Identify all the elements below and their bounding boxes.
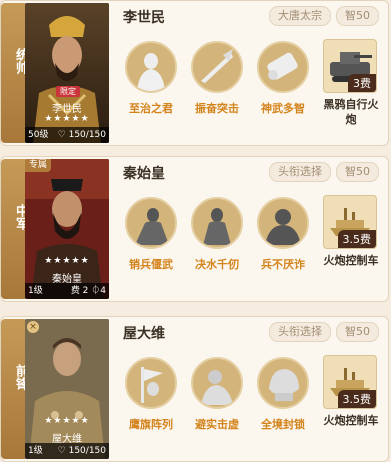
stat-tag: 智50 (336, 162, 379, 182)
equipment-label: 火炮控制车 (323, 254, 379, 267)
hero-name: 秦始皇 (123, 166, 165, 182)
title-select-tag[interactable]: 头衔选择 (269, 322, 331, 342)
ship-icon: 3.5费 (323, 195, 377, 249)
hero-portrait[interactable]: 限定 李世民 ★★★★★ 50级 ♡ 150/150 (25, 3, 109, 143)
star-rating: ★★★★★ (44, 114, 90, 124)
hero-level: 1级 (28, 286, 43, 296)
position-tab: 统帅 (1, 3, 28, 143)
hero-level: 50级 (28, 130, 49, 140)
cost-info: 费 2 ⏀4 (70, 286, 106, 296)
heart-icon: ♡ (57, 446, 66, 456)
tank-icon: 3费 (323, 39, 377, 93)
hero-name: 李世民 (123, 10, 165, 26)
skill-weapon-icon (191, 41, 243, 93)
skill-label: 鹰旗阵列 (129, 418, 173, 431)
equipment-cost: 3.5费 (337, 230, 376, 248)
skill-slot[interactable]: 避实击虚 (189, 357, 245, 432)
skill-scroll-icon (257, 41, 309, 93)
ship-icon: 3.5费 (323, 355, 377, 409)
troop-count: ♡ 150/150 (57, 130, 106, 140)
portrait-info-bar: 1级 ♡ 150/150 (25, 443, 109, 459)
equipment-cost: 3费 (348, 74, 376, 92)
skill-helmet-icon (257, 357, 309, 409)
limited-badge: 限定 (56, 86, 80, 97)
equipment-label: 黑鸦自行火炮 (323, 98, 379, 126)
hero-card-3[interactable]: 前锋 × ★★★★★ 屋大维 1级 ♡ 150/150 屋大维 头衔选择 智50… (0, 316, 389, 462)
skill-slot[interactable]: 全境封锁 (255, 357, 311, 432)
skill-label: 神武多智 (261, 102, 305, 115)
skill-slot[interactable]: 兵不厌诈 (255, 197, 311, 272)
star-rating: ★★★★★ (44, 256, 90, 266)
equipment-slot[interactable]: 3.5费 火炮控制车 (323, 195, 379, 268)
close-icon[interactable]: × (27, 321, 39, 333)
hero-portrait[interactable]: 专属 ★★★★★ 秦始皇 1级 费 2 ⏀4 (25, 159, 109, 299)
skill-slot[interactable]: 神武多智 (255, 41, 311, 116)
skill-slot[interactable]: 决水千仞 (189, 197, 245, 272)
skill-slot[interactable]: 至治之君 (123, 41, 179, 116)
exclusive-badge: 专属 (25, 159, 52, 172)
skill-banner-icon (125, 357, 177, 409)
skill-slot[interactable]: 振奋突击 (189, 41, 245, 116)
hero-card-1[interactable]: 统帅 限定 李世民 ★★★★★ 50级 ♡ 150/150 李世民 大唐太宗 智… (0, 0, 389, 146)
position-tab: 前锋 (1, 319, 28, 459)
equipment-slot[interactable]: 3.5费 火炮控制车 (323, 355, 379, 428)
skill-label: 全境封锁 (261, 418, 305, 431)
skill-slot[interactable]: 鹰旗阵列 (123, 357, 179, 432)
portrait-name: 李世民 (52, 104, 82, 115)
title-tag[interactable]: 大唐太宗 (269, 6, 331, 26)
skill-label: 避实击虚 (195, 418, 239, 431)
skill-label: 兵不厌诈 (261, 258, 305, 271)
hero-level: 1级 (28, 446, 43, 456)
equipment-label: 火炮控制车 (323, 414, 379, 427)
heart-icon: ♡ (57, 130, 66, 140)
skill-label: 销兵偃武 (129, 258, 173, 271)
stat-tag: 智50 (336, 6, 379, 26)
skill-label: 振奋突击 (195, 102, 239, 115)
troop-count: ♡ 150/150 (57, 446, 106, 456)
stat-tag: 智50 (336, 322, 379, 342)
hero-card-2[interactable]: 中军 专属 ★★★★★ 秦始皇 1级 费 2 ⏀4 秦始皇 头衔选择 智50 销… (0, 156, 389, 302)
star-rating: ★★★★★ (44, 416, 90, 426)
skill-statue-icon (125, 41, 177, 93)
hero-portrait[interactable]: × ★★★★★ 屋大维 1级 ♡ 150/150 (25, 319, 109, 459)
position-tab: 中军 (1, 159, 28, 299)
skill-soldier-icon (191, 357, 243, 409)
equipment-slot[interactable]: 3费 黑鸦自行火炮 (323, 39, 379, 127)
skill-warrior-icon (257, 197, 309, 249)
skill-label: 至治之君 (129, 102, 173, 115)
title-select-tag[interactable]: 头衔选择 (269, 162, 331, 182)
skill-figure-icon (191, 197, 243, 249)
skill-slot[interactable]: 销兵偃武 (123, 197, 179, 272)
skill-figure-icon (125, 197, 177, 249)
hero-name: 屋大维 (123, 326, 165, 342)
portrait-info-bar: 1级 费 2 ⏀4 (25, 283, 109, 299)
portrait-info-bar: 50级 ♡ 150/150 (25, 127, 109, 143)
skill-label: 决水千仞 (195, 258, 239, 271)
equipment-cost: 3.5费 (337, 390, 376, 408)
